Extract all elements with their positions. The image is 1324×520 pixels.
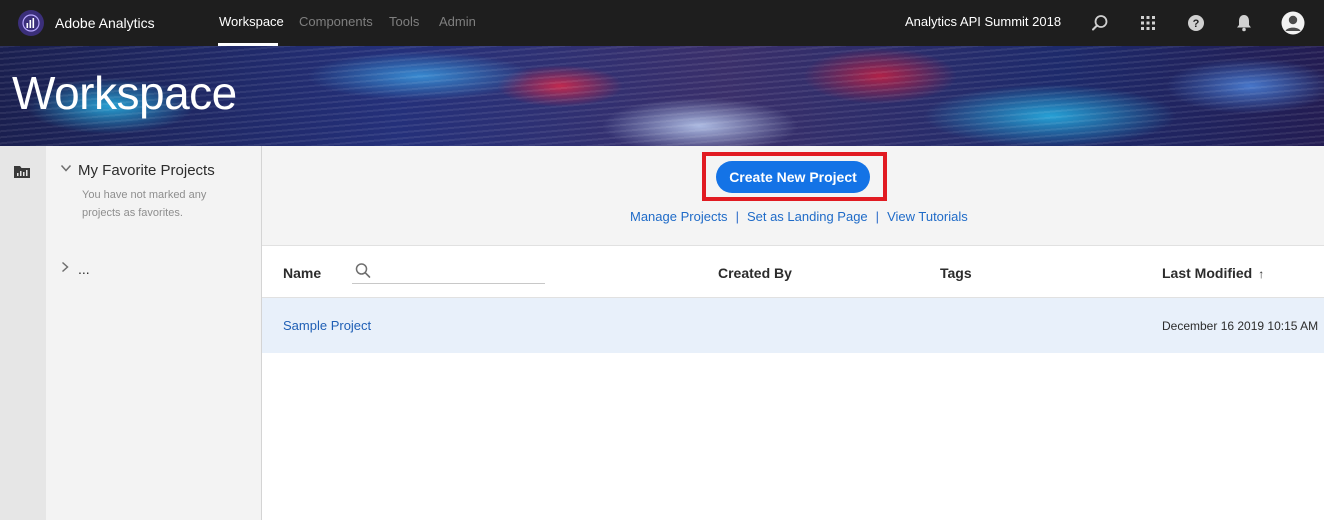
notifications-icon[interactable] bbox=[1232, 11, 1256, 35]
org-switcher[interactable]: Analytics API Summit 2018 bbox=[905, 14, 1061, 29]
collapsed-section-label: ... bbox=[78, 261, 90, 277]
app-grid-icon[interactable] bbox=[1136, 11, 1160, 35]
brand[interactable]: Adobe Analytics bbox=[18, 9, 155, 37]
chevron-down-icon bbox=[60, 161, 72, 179]
top-nav-bar: Adobe Analytics Workspace Components Too… bbox=[0, 0, 1324, 46]
create-new-project-button[interactable]: Create New Project bbox=[716, 161, 870, 193]
sort-ascending-icon: ↑ bbox=[1258, 267, 1265, 281]
svg-text:?: ? bbox=[1193, 18, 1200, 30]
app-name: Adobe Analytics bbox=[55, 15, 155, 31]
column-header-last-modified[interactable]: Last Modified ↑ bbox=[1162, 265, 1264, 281]
name-search bbox=[352, 260, 545, 284]
nav-tools[interactable]: Tools bbox=[389, 14, 419, 29]
nav-admin[interactable]: Admin bbox=[439, 14, 476, 29]
page-title: Workspace bbox=[12, 67, 237, 119]
user-avatar-icon[interactable] bbox=[1280, 10, 1306, 36]
analytics-logo-icon bbox=[18, 10, 44, 36]
nav-workspace[interactable]: Workspace bbox=[219, 14, 284, 29]
favorites-title: My Favorite Projects bbox=[78, 161, 215, 179]
nav-components[interactable]: Components bbox=[299, 14, 373, 29]
search-icon bbox=[355, 263, 371, 278]
column-header-created-by[interactable]: Created By bbox=[718, 265, 792, 281]
project-list-area: Create New Project Manage Projects | Set… bbox=[262, 146, 1324, 520]
column-header-last-modified-label: Last Modified bbox=[1162, 265, 1253, 281]
workspace-banner: Workspace bbox=[0, 46, 1324, 146]
project-links: Manage Projects | Set as Landing Page | … bbox=[630, 209, 968, 224]
last-modified-value: December 16 2019 10:15 AM bbox=[1162, 319, 1319, 333]
favorites-header[interactable]: My Favorite Projects bbox=[60, 161, 215, 179]
left-rail bbox=[0, 146, 46, 520]
link-separator: | bbox=[875, 209, 880, 224]
column-header-name[interactable]: Name bbox=[283, 265, 321, 281]
table-header: Name Created By Tags Last Modified ↑ bbox=[262, 246, 1324, 298]
table-row[interactable]: Sample Project December 16 2019 10:15 AM bbox=[262, 298, 1324, 353]
search-input[interactable] bbox=[378, 260, 543, 282]
search-icon[interactable] bbox=[1088, 11, 1112, 35]
project-name-link[interactable]: Sample Project bbox=[283, 318, 371, 333]
favorites-empty-message: You have not marked any projects as favo… bbox=[82, 189, 207, 219]
project-actions: Create New Project Manage Projects | Set… bbox=[262, 146, 1324, 246]
help-icon[interactable]: ? bbox=[1184, 11, 1208, 35]
link-separator: | bbox=[735, 209, 739, 224]
column-header-tags[interactable]: Tags bbox=[940, 265, 972, 281]
favorites-panel: My Favorite Projects You have not marked… bbox=[46, 146, 262, 520]
set-landing-page-link[interactable]: Set as Landing Page bbox=[747, 209, 868, 224]
projects-folder-icon[interactable] bbox=[13, 164, 31, 180]
chevron-right-icon bbox=[60, 260, 70, 278]
view-tutorials-link[interactable]: View Tutorials bbox=[887, 209, 968, 224]
collapsed-section[interactable]: ... bbox=[60, 260, 90, 278]
manage-projects-link[interactable]: Manage Projects bbox=[630, 209, 728, 224]
